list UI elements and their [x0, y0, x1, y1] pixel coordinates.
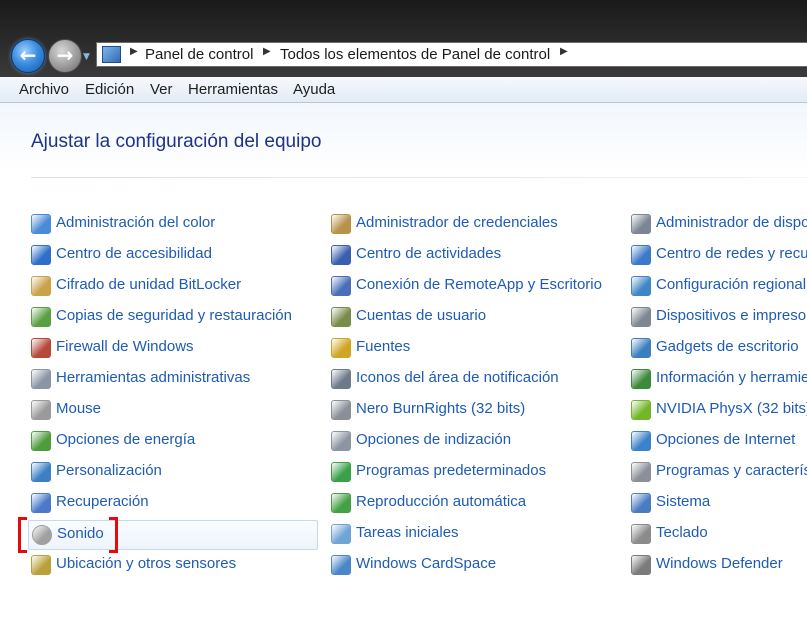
- nero-icon: [331, 400, 351, 420]
- item-label: Ubicación y otros sensores: [56, 555, 237, 572]
- item-label: Dispositivos e impreso: [656, 307, 807, 324]
- indexing-icon: [331, 431, 351, 451]
- item-label: Programas predeterminados: [356, 462, 547, 479]
- performance-icon: [631, 369, 651, 389]
- default-programs-icon: [331, 462, 351, 482]
- menu-herramientas[interactable]: Herramientas: [188, 81, 278, 98]
- menu-archivo[interactable]: Archivo: [19, 81, 69, 98]
- item-label: Conexión de RemoteApp y Escritorio: [356, 276, 602, 293]
- cardspace-icon: [331, 555, 351, 575]
- users-icon: [331, 307, 351, 327]
- item-label: Información y herramie: [656, 369, 807, 386]
- item-label: NVIDIA PhysX (32 bits): [656, 400, 807, 417]
- item-label: Configuración regional: [656, 276, 807, 293]
- back-arrow-icon: ←: [19, 43, 37, 67]
- item-label: Sistema: [656, 493, 711, 510]
- globe-icon: [631, 276, 651, 296]
- recovery-icon: [31, 493, 51, 513]
- accessibility-icon: [31, 245, 51, 265]
- printer-icon: [631, 307, 651, 327]
- item-label: Cuentas de usuario: [356, 307, 487, 324]
- nvidia-icon: [631, 400, 651, 420]
- item-label: Centro de redes y recu: [656, 245, 807, 262]
- page-title: Ajustar la configuración del equipo: [31, 131, 322, 152]
- item-label: Personalización: [56, 462, 162, 479]
- item-label: Opciones de indización: [356, 431, 512, 448]
- bitlocker-key-icon: [31, 276, 51, 296]
- menu-edicion[interactable]: Edición: [85, 81, 134, 98]
- window-titlebar: ← → ▼ ▶ Panel de control ▶ Todos los ele…: [0, 0, 807, 77]
- item-label: Mouse: [56, 400, 102, 417]
- mouse-icon: [31, 400, 51, 420]
- item-label: Teclado: [656, 524, 708, 541]
- admin-tools-icon: [31, 369, 51, 389]
- item-label: Opciones de energía: [56, 431, 196, 448]
- item-label: Tareas iniciales: [356, 524, 459, 541]
- back-button[interactable]: ←: [11, 39, 45, 73]
- item-label: Administración del color: [56, 214, 216, 231]
- internet-icon: [631, 431, 651, 451]
- remoteapp-icon: [331, 276, 351, 296]
- item-label: Recuperación: [56, 493, 149, 510]
- breadcrumb-arrow-icon[interactable]: ▶: [130, 46, 138, 57]
- personalization-icon: [31, 462, 51, 482]
- breadcrumb-all-items[interactable]: Todos los elementos de Panel de control: [280, 46, 550, 63]
- content-area: Ajustar la configuración del equipo Admi…: [0, 103, 807, 620]
- forward-arrow-icon: →: [56, 43, 74, 67]
- menu-ver[interactable]: Ver: [150, 81, 173, 98]
- autoplay-icon: [331, 493, 351, 513]
- keyboard-icon: [631, 524, 651, 544]
- item-label: Centro de actividades: [356, 245, 502, 262]
- backup-icon: [31, 307, 51, 327]
- breadcrumb-arrow-icon[interactable]: ▶: [560, 46, 568, 57]
- getting-started-icon: [331, 524, 351, 544]
- item-label: Administrador de credenciales: [356, 214, 558, 231]
- menu-ayuda[interactable]: Ayuda: [293, 81, 335, 98]
- item-label: Herramientas administrativas: [56, 369, 251, 386]
- credentials-icon: [331, 214, 351, 234]
- item-label: Opciones de Internet: [656, 431, 796, 448]
- color-management-icon: [31, 214, 51, 234]
- recent-pages-dropdown-icon[interactable]: ▼: [83, 52, 90, 62]
- defender-icon: [631, 555, 651, 575]
- firewall-icon: [31, 338, 51, 358]
- breadcrumb-arrow-icon[interactable]: ▶: [263, 46, 271, 57]
- menu-bar: Archivo Edición Ver Herramientas Ayuda: [0, 77, 807, 103]
- item-label: Windows CardSpace: [356, 555, 497, 572]
- item-label: Firewall de Windows: [56, 338, 194, 355]
- sensor-icon: [31, 555, 51, 575]
- system-icon: [631, 493, 651, 513]
- item-label: Copias de seguridad y restauración: [56, 307, 292, 324]
- item-label: Reproducción automática: [356, 493, 527, 510]
- item-label: Nero BurnRights (32 bits): [356, 400, 526, 417]
- item-label: Fuentes: [356, 338, 411, 355]
- fonts-icon: [331, 338, 351, 358]
- item-label: Cifrado de unidad BitLocker: [56, 276, 242, 293]
- item-label: Iconos del área de notificación: [356, 369, 559, 386]
- programs-icon: [631, 462, 651, 482]
- address-bar[interactable]: ▶ Panel de control ▶ Todos los elementos…: [96, 42, 807, 67]
- control-panel-icon: [102, 46, 121, 63]
- forward-button[interactable]: →: [48, 39, 82, 73]
- network-icon: [631, 245, 651, 265]
- device-manager-icon: [631, 214, 651, 234]
- gadgets-icon: [631, 338, 651, 358]
- item-label: Administrador de dispo: [656, 214, 807, 231]
- flag-icon: [331, 245, 351, 265]
- item-label: Gadgets de escritorio: [656, 338, 799, 355]
- notification-icon: [331, 369, 351, 389]
- breadcrumb-control-panel[interactable]: Panel de control: [145, 46, 253, 63]
- item-label: Windows Defender: [656, 555, 783, 572]
- divider: [31, 177, 807, 178]
- power-icon: [31, 431, 51, 451]
- item-label: Centro de accesibilidad: [56, 245, 212, 262]
- item-label: Programas y característ: [656, 462, 807, 479]
- annotation-marker: [18, 517, 118, 553]
